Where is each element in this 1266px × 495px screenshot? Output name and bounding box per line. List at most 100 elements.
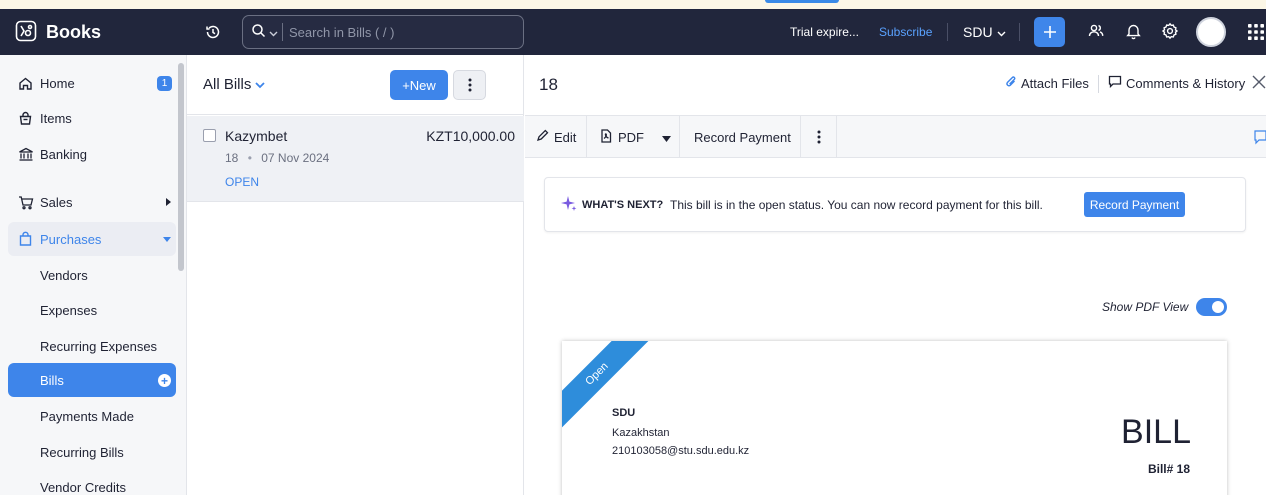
detail-title: 18 [539, 75, 558, 94]
sidebar-item-label: Expenses [40, 302, 98, 318]
comment-icon [1108, 75, 1122, 91]
edit-label: Edit [554, 129, 577, 145]
bill-date: 07 Nov 2024 [261, 151, 330, 165]
toggle-knob [1212, 301, 1224, 313]
quick-create-button[interactable] [1034, 17, 1065, 47]
header-divider [1019, 23, 1020, 41]
row-checkbox[interactable] [203, 129, 216, 142]
home-badge: 1 [157, 76, 172, 91]
comments-history-label: Comments & History [1126, 75, 1246, 91]
comments-history-button[interactable]: Comments & History [1108, 75, 1245, 91]
bank-icon [18, 147, 36, 162]
pencil-icon [536, 129, 549, 145]
list-more-button[interactable] [453, 70, 486, 100]
top-bar: Search in Bills ( / ) Trial expire... Su… [187, 9, 1266, 55]
caret-down-icon[interactable] [662, 130, 671, 145]
pdf-label: PDF [618, 129, 644, 145]
pdf-org-name: SDU [612, 407, 636, 419]
sidebar-item-banking[interactable]: Banking [8, 137, 176, 171]
sidebar-item-label: Payments Made [40, 408, 134, 424]
org-switcher[interactable]: SDU [963, 24, 1006, 40]
kebab-icon [468, 78, 471, 92]
search-scope-chevron-icon[interactable] [269, 25, 278, 40]
list-title: All Bills [203, 76, 252, 93]
bill-meta: 18 • 07 Nov 2024 [225, 151, 329, 165]
search-box[interactable]: Search in Bills ( / ) [242, 15, 524, 49]
bill-number: 18 [225, 151, 239, 165]
bills-list-panel: All Bills +New Kazymbet KZT10,000.00 18 … [187, 55, 524, 495]
sidebar-scrollbar[interactable] [178, 63, 184, 271]
subscribe-link[interactable]: Subscribe [879, 25, 932, 39]
trial-status[interactable]: Trial expire... [790, 25, 859, 39]
sidebar-item-label: Banking [40, 146, 87, 162]
new-bill-button[interactable]: +New [390, 70, 448, 100]
items-basket-icon [18, 111, 36, 126]
cart-icon [18, 195, 36, 210]
list-header: All Bills +New [187, 55, 524, 115]
sidebar-item-expenses[interactable]: Expenses [8, 293, 176, 327]
sidebar-item-label: Vendors [40, 267, 88, 283]
record-payment-button[interactable]: Record Payment [1084, 192, 1185, 217]
view-selector[interactable]: All Bills [203, 76, 265, 93]
sidebar-item-label: Bills [40, 372, 64, 388]
record-payment-label: Record Payment [694, 129, 791, 145]
chevron-down-icon [255, 76, 265, 93]
books-logo-icon [14, 19, 38, 46]
pdf-file-icon [600, 128, 612, 146]
top-strip-tab[interactable] [765, 0, 839, 3]
detail-toolbar: Edit PDF Record Payment [525, 115, 1266, 158]
brand[interactable]: Books [0, 9, 187, 55]
close-icon[interactable] [1252, 75, 1266, 92]
dot-separator: • [247, 151, 252, 165]
side-comments-icon[interactable] [1254, 129, 1266, 148]
whats-next-banner: WHAT'S NEXT? This bill is in the open st… [544, 177, 1246, 232]
sidebar-item-vendor-credits[interactable]: Vendor Credits [8, 470, 176, 495]
sidebar-item-label: Recurring Bills [40, 444, 124, 460]
header-divider [947, 23, 948, 41]
plus-icon [1043, 26, 1056, 38]
sidebar-item-home[interactable]: Home 1 [8, 66, 176, 100]
pdf-doc-title: BILL [1121, 413, 1191, 451]
sidebar-item-vendors[interactable]: Vendors [8, 258, 176, 292]
app-name: Books [46, 21, 102, 42]
status-ribbon: Open [562, 341, 653, 430]
chevron-down-icon [997, 24, 1006, 40]
sparkle-icon [561, 196, 577, 215]
pdf-org-country: Kazakhstan [612, 427, 670, 439]
bill-pdf-preview: Open SDU Kazakhstan 210103058@stu.sdu.ed… [562, 341, 1227, 495]
sidebar-item-sales[interactable]: Sales [8, 185, 176, 219]
pdf-print-button[interactable]: PDF [587, 116, 680, 158]
app-grid-icon[interactable] [1248, 24, 1264, 43]
show-pdf-view-toggle[interactable] [1196, 298, 1227, 316]
user-avatar[interactable] [1196, 17, 1226, 47]
recent-history-icon[interactable] [204, 23, 222, 44]
paperclip-icon [1005, 75, 1017, 92]
edit-button[interactable]: Edit [525, 116, 587, 158]
bill-vendor: Kazymbet [225, 128, 288, 144]
whats-next-message: This bill is in the open status. You can… [670, 198, 1043, 212]
attach-files-button[interactable]: Attach Files [1005, 75, 1089, 92]
sidebar-item-payments-made[interactable]: Payments Made [8, 399, 176, 433]
sidebar: Home 1 Items Banking Sales Purchases Ven… [0, 55, 187, 495]
more-actions-button[interactable] [801, 116, 837, 158]
search-input[interactable]: Search in Bills ( / ) [289, 25, 394, 40]
settings-gear-icon[interactable] [1161, 22, 1179, 43]
pdf-bill-number: Bill# 18 [1147, 462, 1190, 476]
sidebar-item-bills[interactable]: Bills + [8, 363, 176, 397]
whats-next-heading: WHAT'S NEXT? [582, 199, 664, 211]
add-bill-plus-icon[interactable]: + [158, 374, 171, 387]
show-pdf-view-label: Show PDF View [1102, 300, 1189, 314]
sidebar-item-recurring-expenses[interactable]: Recurring Expenses [8, 329, 176, 363]
record-payment-toolbar-button[interactable]: Record Payment [680, 116, 801, 158]
sidebar-item-recurring-bills[interactable]: Recurring Bills [8, 435, 176, 469]
pdf-org-email: 210103058@stu.sdu.edu.kz [612, 445, 750, 457]
list-item[interactable]: Kazymbet KZT10,000.00 18 • 07 Nov 2024 O… [187, 116, 524, 202]
users-icon[interactable] [1087, 22, 1105, 43]
sidebar-item-purchases[interactable]: Purchases [8, 222, 176, 256]
home-icon [18, 76, 36, 91]
sidebar-item-label: Items [40, 110, 72, 126]
sidebar-item-items[interactable]: Items [8, 101, 176, 135]
notifications-bell-icon[interactable] [1125, 22, 1142, 43]
sidebar-item-label: Home [40, 75, 75, 91]
search-icon[interactable] [251, 23, 266, 41]
